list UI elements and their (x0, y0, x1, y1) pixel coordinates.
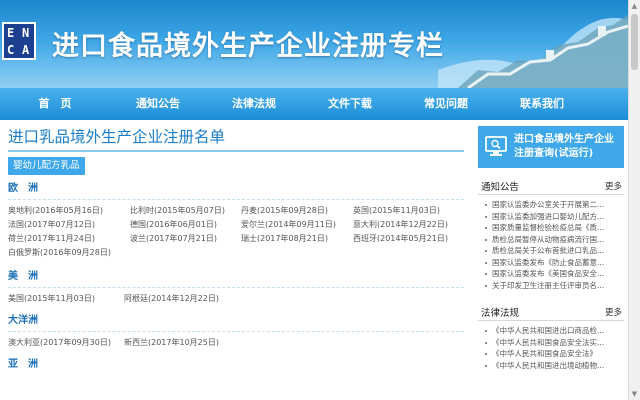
region-heading-americas: 美 洲 (8, 271, 38, 282)
notice-item[interactable]: 国家认监委加强进口婴幼儿配方... (478, 211, 624, 223)
notice-item[interactable]: 质检总局关于公布首批进口乳品... (478, 245, 624, 257)
notice-item-text: 国家认监委发布《美国食品安全... (492, 269, 605, 278)
notice-item-text: 国家认监委发布《防止食品蓄意... (492, 257, 605, 267)
country-link[interactable]: 奥地利(2016年05月16日) (8, 205, 130, 216)
site-title: 进口食品境外生产企业注册专栏 (52, 31, 444, 62)
great-wall-image (438, 15, 628, 88)
country-link[interactable]: 法国(2017年07月12日) (8, 219, 130, 230)
law-item-text: 《中华人民共和国进出境动植物... (492, 360, 605, 370)
country-link[interactable]: 阿根廷(2014年12月22日) (124, 293, 274, 304)
main-nav: 首 页 通知公告 法律法规 文件下载 常见问题 联系我们 (0, 88, 628, 120)
nav-notices[interactable]: 通知公告 (110, 88, 206, 120)
scroll-up-arrow-icon[interactable]: ▲ (629, 0, 640, 12)
country-link[interactable]: 瑞士(2017年08月21日) (241, 233, 353, 244)
law-item-text: 《中华人民共和国食品安全法》 (492, 349, 597, 358)
notice-item[interactable]: 国家质量监督检验检疫总局《质... (478, 222, 624, 234)
country-link[interactable]: 英国(2015年11月03日) (353, 205, 465, 216)
country-link[interactable]: 新西兰(2017年10月25日) (124, 337, 244, 348)
nav-faq[interactable]: 常见问题 (398, 88, 494, 120)
laws-more-link[interactable]: 更多 (605, 306, 624, 318)
region-divider (8, 331, 464, 332)
country-link[interactable]: 比利时(2015年05月07日) (130, 205, 241, 216)
country-list-americas: 美国(2015年11月03日) 阿根廷(2014年12月22日) (8, 293, 470, 304)
notices-header: 通知公告 更多 (478, 177, 624, 195)
country-list-oceania: 澳大利亚(2017年09月30日) 新西兰(2017年10月25日) (8, 337, 470, 348)
page-scrollbar[interactable]: ▲ ▼ (628, 0, 640, 400)
notice-item[interactable]: 国家认监委办公室关于开展第二... (478, 199, 624, 211)
title-divider (8, 150, 464, 152)
notices-heading: 通知公告 (481, 181, 520, 193)
infant-formula-filter-button[interactable]: 婴幼儿配方乳品 (8, 157, 85, 175)
region-divider (8, 287, 464, 288)
country-link[interactable]: 波兰(2017年07月21日) (130, 233, 241, 244)
query-label: 进口食品境外生产企业注册查询(试运行) (514, 134, 614, 159)
country-link[interactable]: 丹麦(2015年09月28日) (241, 205, 353, 216)
notices-list: 国家认监委办公室关于开展第二... 国家认监委加强进口婴幼儿配方... 国家质量… (478, 199, 624, 291)
page-title: 进口乳品境外生产企业注册名单 (8, 128, 226, 146)
nav-home[interactable]: 首 页 (0, 88, 110, 120)
notices-more-link[interactable]: 更多 (605, 180, 624, 192)
header-banner: E N C A 进口食品境外生产企业注册专栏 (0, 0, 628, 88)
country-link[interactable]: 澳大利亚(2017年09月30日) (8, 337, 124, 348)
notice-item[interactable]: 关于印发卫生注册主任评审员名... (478, 280, 624, 292)
region-heading-oceania: 大洋洲 (8, 315, 38, 326)
notice-item[interactable]: 国家认监委发布《美国食品安全... (478, 268, 624, 280)
laws-list: 《中华人民共和国进出口商品检... 《中华人民共和国食品安全法实... 《中华人… (478, 325, 624, 371)
logo-letter: A (22, 43, 30, 57)
cnca-logo: E N C A (2, 22, 36, 60)
notice-item[interactable]: 质检总局暂停从动物疫病流行国... (478, 234, 624, 246)
logo-letter: N (22, 26, 30, 40)
country-link[interactable]: 美国(2015年11月03日) (8, 293, 124, 304)
law-item[interactable]: 《中华人民共和国进出口商品检... (478, 325, 624, 337)
notice-item-text: 国家认监委加强进口婴幼儿配方... (492, 211, 605, 221)
notice-item[interactable]: 国家认监委发布《防止食品蓄意... (478, 257, 624, 269)
sidebar: 进口食品境外生产企业注册查询(试运行) 通知公告 更多 国家认监委办公室关于开展… (478, 126, 624, 400)
notice-item-text: 国家认监委办公室关于开展第二... (492, 200, 605, 209)
region-divider (8, 199, 464, 200)
registration-query-button[interactable]: 进口食品境外生产企业注册查询(试运行) (478, 126, 624, 168)
scroll-down-arrow-icon[interactable]: ▼ (629, 388, 640, 400)
region-heading-europe: 欧 洲 (8, 183, 38, 194)
region-heading-asia: 亚 洲 (8, 359, 38, 370)
law-item[interactable]: 《中华人民共和国食品安全法》 (478, 348, 624, 360)
country-link[interactable]: 德国(2016年06月01日) (130, 219, 241, 230)
notice-item-text: 国家质量监督检验检疫总局《质... (492, 223, 605, 232)
notice-item-text: 质检总局暂停从动物疫病流行国... (492, 234, 605, 244)
main-content: 进口乳品境外生产企业注册名单 婴幼儿配方乳品 欧 洲 奥地利(2016年05月1… (8, 126, 470, 400)
country-link[interactable]: 荷兰(2017年11月24日) (8, 233, 130, 244)
laws-header: 法律法规 更多 (478, 303, 624, 321)
law-item[interactable]: 《中华人民共和国食品安全法实... (478, 337, 624, 349)
laws-heading: 法律法规 (481, 307, 520, 319)
monitor-search-icon (485, 136, 507, 156)
country-link[interactable]: 白俄罗斯(2016年09月28日) (8, 247, 130, 258)
law-item-text: 《中华人民共和国进出口商品检... (492, 326, 605, 335)
nav-contact[interactable]: 联系我们 (494, 88, 590, 120)
logo-letter: C (7, 43, 15, 57)
country-link[interactable]: 西班牙(2014年05月21日) (353, 233, 465, 244)
logo-letter: E (7, 26, 15, 40)
law-item-text: 《中华人民共和国食品安全法实... (492, 337, 605, 347)
notice-item-text: 关于印发卫生注册主任评审员名... (492, 280, 605, 290)
notice-item-text: 质检总局关于公布首批进口乳品... (492, 246, 605, 255)
nav-downloads[interactable]: 文件下载 (302, 88, 398, 120)
nav-laws[interactable]: 法律法规 (206, 88, 302, 120)
scrollbar-thumb[interactable] (631, 14, 638, 70)
country-list-europe: 奥地利(2016年05月16日) 比利时(2015年05月07日) 丹麦(201… (8, 205, 470, 258)
country-link[interactable]: 爱尔兰(2014年09月11日) (241, 219, 353, 230)
law-item[interactable]: 《中华人民共和国进出境动植物... (478, 360, 624, 372)
country-link[interactable]: 意大利(2014年12月22日) (353, 219, 465, 230)
